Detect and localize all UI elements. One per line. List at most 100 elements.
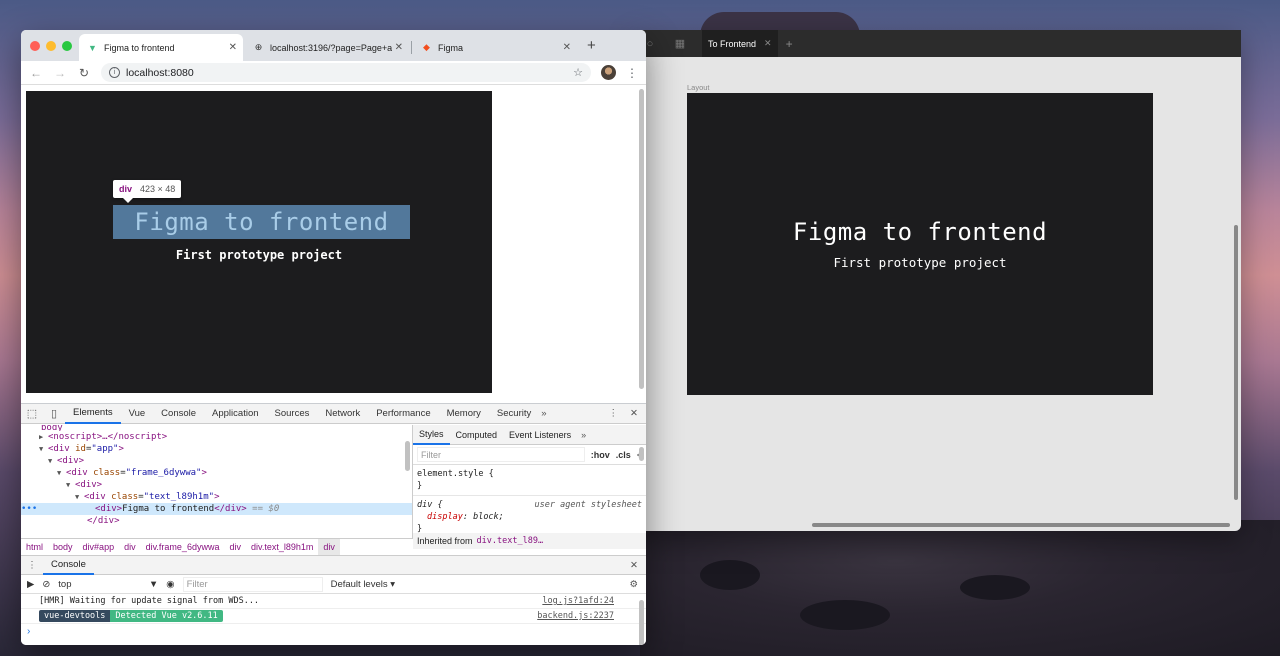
source-link[interactable]: log.js?1afd:24 [542, 596, 614, 606]
tab-computed[interactable]: Computed [450, 425, 504, 445]
tab-security[interactable]: Security [489, 404, 539, 424]
frame-label[interactable]: Layout [687, 83, 710, 92]
forward-icon[interactable]: → [53, 66, 67, 80]
tab-event-listeners[interactable]: Event Listeners [503, 425, 577, 445]
tab-vue[interactable]: Vue [121, 404, 154, 424]
console-prompt[interactable]: › [21, 624, 646, 638]
dom-line-selected[interactable]: ••• <div>Figma to frontend</div> == $0 [21, 503, 412, 515]
figma-frame[interactable]: Figma to frontend First prototype projec… [687, 93, 1153, 395]
expand-triangle-icon[interactable]: ▶ [39, 431, 48, 443]
tab-performance[interactable]: Performance [368, 404, 438, 424]
dom-line[interactable]: ▼ <div> [21, 455, 412, 467]
collapse-triangle-icon[interactable]: ▼ [75, 491, 84, 503]
dom-line[interactable]: ▼ <div class="frame_6dywwa"> [21, 467, 412, 479]
figma-logo-icon: ◆ [423, 42, 430, 52]
vue-logo-icon: ▼ [88, 42, 97, 53]
vertical-scrollbar[interactable] [405, 441, 410, 471]
browser-tab-localhost[interactable]: ⊕ localhost:3196/?page=Page+app ✕ [245, 34, 409, 61]
new-tab-button[interactable]: + [587, 37, 596, 54]
tab-memory[interactable]: Memory [439, 404, 489, 424]
collapse-triangle-icon[interactable]: ▼ [39, 443, 48, 455]
source-link[interactable]: backend.js:2237 [537, 611, 614, 621]
address-bar[interactable]: i localhost:8080 ☆ [101, 63, 591, 82]
breadcrumb-item-selected[interactable]: div [318, 538, 340, 555]
close-icon[interactable]: ✕ [630, 408, 638, 419]
dom-line[interactable]: ▶ <noscript>…</noscript> [21, 431, 412, 443]
context-select[interactable]: top ▼ [58, 579, 158, 590]
breadcrumb-item[interactable]: html [21, 539, 48, 555]
dom-marker: == $0 [252, 504, 280, 514]
dom-line[interactable]: ▼ <div class="text_l89h1m"> [21, 491, 412, 503]
vertical-scrollbar[interactable] [639, 89, 644, 389]
dom-line[interactable]: ▼ <div id="app"> [21, 443, 412, 455]
close-icon[interactable]: ✕ [764, 38, 772, 49]
info-icon[interactable]: i [109, 67, 120, 78]
inherited-link[interactable]: div.text_l89… [477, 536, 544, 546]
app-frame[interactable]: div 423 × 48 Figma to frontend First pro… [26, 91, 492, 393]
tab-application[interactable]: Application [204, 404, 266, 424]
inspect-tooltip: div 423 × 48 [113, 180, 182, 203]
horizontal-scrollbar[interactable] [812, 523, 1230, 527]
collapse-triangle-icon[interactable]: ▼ [57, 467, 66, 479]
breadcrumb-item[interactable]: div [119, 539, 141, 555]
back-icon[interactable]: ← [29, 66, 43, 80]
tab-sources[interactable]: Sources [267, 404, 318, 424]
tab-styles[interactable]: Styles [413, 425, 450, 445]
styles-filter-input[interactable]: Filter [417, 447, 585, 462]
more-tabs-icon[interactable]: » [577, 430, 586, 440]
more-tabs-icon[interactable]: » [541, 408, 546, 419]
figma-tab[interactable]: To Frontend ✕ [702, 30, 778, 57]
console-filter-input[interactable]: Filter [182, 576, 323, 592]
tab-elements[interactable]: Elements [65, 404, 121, 424]
minimize-window-button[interactable] [46, 41, 56, 51]
ellipsis-icon[interactable]: ••• [21, 503, 95, 515]
inspect-element-icon[interactable]: ⬚ [21, 407, 43, 420]
console-drawer: ⋮ Console ✕ ▶ ⊘ top ▼ ◉ Filter Default le… [21, 555, 646, 645]
tab-console-drawer[interactable]: Console [43, 556, 94, 575]
browser-tab-figma[interactable]: ◆ Figma ✕ [413, 34, 577, 61]
log-levels-select[interactable]: Default levels ▾ [331, 579, 395, 590]
grid-icon[interactable]: ▦ [672, 36, 688, 52]
more-menu-icon[interactable]: ⋮ [626, 66, 638, 80]
bookmark-star-icon[interactable]: ☆ [573, 66, 583, 79]
eye-icon[interactable]: ◉ [166, 579, 174, 590]
breadcrumb-item[interactable]: div.text_l89h1m [246, 539, 318, 555]
breadcrumb-item[interactable]: div [224, 539, 246, 555]
frame-subtitle[interactable]: First prototype project [833, 255, 1006, 270]
reload-icon[interactable]: ↻ [77, 66, 91, 80]
avatar[interactable] [601, 65, 616, 80]
vertical-scrollbar[interactable] [639, 447, 644, 461]
collapse-triangle-icon[interactable]: ▼ [48, 455, 57, 467]
cls-toggle[interactable]: .cls [616, 450, 631, 460]
app-subtitle[interactable]: First prototype project [26, 248, 492, 262]
add-tab-icon[interactable]: + [786, 37, 793, 51]
breadcrumb-item[interactable]: body [48, 539, 78, 555]
breadcrumb-item[interactable]: div.frame_6dywwa [141, 539, 225, 555]
vertical-scrollbar[interactable] [1234, 225, 1238, 500]
maximize-window-button[interactable] [62, 41, 72, 51]
app-title[interactable]: Figma to frontend [113, 205, 410, 239]
frame-title[interactable]: Figma to frontend [793, 218, 1047, 246]
hov-toggle[interactable]: :hov [591, 450, 610, 460]
close-icon[interactable]: ✕ [229, 42, 237, 53]
dom-line[interactable]: </div> [21, 515, 412, 527]
breadcrumb-item[interactable]: div#app [78, 539, 120, 555]
tab-network[interactable]: Network [317, 404, 368, 424]
dom-line[interactable]: ▼ <div> [21, 479, 412, 491]
drawer-menu-icon[interactable]: ⋮ [21, 560, 43, 571]
window-controls [30, 41, 72, 51]
device-toolbar-icon[interactable]: ▯ [43, 407, 65, 420]
settings-dots-icon[interactable]: ⋮ [609, 408, 619, 419]
collapse-triangle-icon[interactable]: ▼ [66, 479, 75, 491]
tab-console[interactable]: Console [153, 404, 204, 424]
vertical-scrollbar[interactable] [639, 600, 644, 645]
clear-console-icon[interactable]: ⊘ [42, 579, 50, 590]
gear-icon[interactable]: ⚙ [629, 579, 646, 590]
close-icon[interactable]: ✕ [630, 560, 646, 571]
browser-tab-figma-to-frontend[interactable]: ▼ Figma to frontend ✕ [79, 34, 243, 61]
close-icon[interactable]: ✕ [563, 42, 571, 53]
close-icon[interactable]: ✕ [395, 42, 403, 53]
element-style-rule[interactable]: element.style { } [413, 465, 646, 496]
close-window-button[interactable] [30, 41, 40, 51]
sidebar-toggle-icon[interactable]: ▶ [27, 579, 34, 590]
